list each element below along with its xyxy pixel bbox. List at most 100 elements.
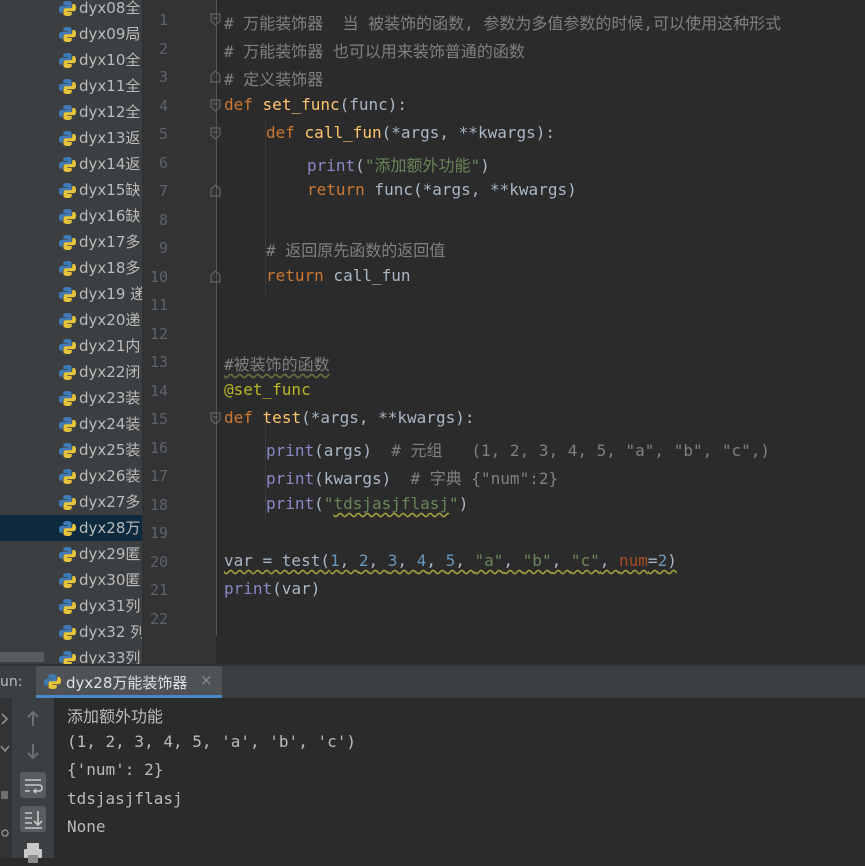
code-line-3[interactable]: # 定义装饰器 [224, 66, 323, 90]
code-text: ( [355, 156, 365, 175]
tree-item-label: dyx14返 [79, 155, 141, 173]
fold-marker-icon[interactable] [210, 13, 221, 26]
code-line-16[interactable]: print(args) # 元组 (1, 2, 3, 4, 5, "a", "b… [266, 437, 770, 461]
tree-item[interactable]: dyx19 递 [0, 281, 142, 307]
function-name: test [262, 408, 302, 427]
tree-item[interactable]: dyx17多 [0, 229, 142, 255]
python-file-icon [59, 287, 76, 302]
run-console[interactable]: 添加额外功能 (1, 2, 3, 4, 5, 'a', 'b', 'c') {'… [0, 698, 865, 863]
python-file-icon [59, 443, 76, 458]
builtin-print: print [224, 579, 273, 598]
tree-item[interactable]: dyx13返 [0, 125, 142, 151]
code-line-9[interactable]: # 返回原先函数的返回值 [266, 237, 445, 261]
code-text: call_fun [323, 266, 411, 285]
tree-item[interactable]: dyx30匿 [0, 567, 142, 593]
tree-item-label: dyx32 列 [79, 623, 142, 641]
soft-wrap-icon[interactable] [20, 772, 46, 798]
tree-item[interactable]: dyx31列 [0, 593, 142, 619]
fold-marker-icon[interactable] [210, 184, 221, 197]
python-file-icon [59, 573, 76, 588]
tree-item[interactable]: dyx16缺 [0, 203, 142, 229]
arrow-up-icon[interactable] [20, 706, 46, 732]
tree-item-label: dyx25装 [79, 441, 141, 459]
chevron-right-icon[interactable] [0, 712, 10, 726]
keyword: return [307, 180, 365, 199]
python-file-icon [59, 365, 76, 380]
tree-item[interactable]: dyx10全 [0, 47, 142, 73]
tree-item[interactable]: dyx09局 [0, 21, 142, 47]
python-file-icon [59, 625, 76, 640]
tree-item[interactable]: dyx12全 [0, 99, 142, 125]
line-number: 3 [158, 68, 168, 86]
arrow-down-icon[interactable] [20, 738, 46, 764]
tree-item[interactable]: dyx08全 [0, 0, 142, 21]
tree-item-label: dyx21内 [79, 337, 141, 355]
line-number: 17 [149, 467, 168, 485]
python-file-icon [59, 209, 76, 224]
tree-item[interactable]: dyx22闭 [0, 359, 142, 385]
code-line-14[interactable]: @set_func [224, 380, 311, 399]
code-line-15[interactable]: def test(*args, **kwargs): [224, 408, 474, 427]
close-icon[interactable]: × [200, 671, 213, 689]
settings-icon[interactable] [0, 826, 10, 840]
tree-item[interactable]: dyx27多 [0, 489, 142, 515]
code-line-2[interactable]: # 万能装饰器 也可以用来装饰普通的函数 [224, 38, 525, 62]
fold-marker-icon[interactable] [210, 99, 221, 112]
tree-item[interactable]: dyx24装 [0, 411, 142, 437]
run-panel-header: un: dyx28万能装饰器 × [0, 666, 865, 698]
code-text: (*args, **kwargs): [381, 123, 555, 142]
fold-marker-icon[interactable] [210, 127, 221, 140]
chevron-down-icon[interactable] [0, 742, 10, 756]
code-line-1[interactable]: # 万能装饰器 当 被装饰的函数, 参数为多值参数的时候,可以使用这种形式 [224, 10, 781, 34]
code-editor[interactable]: 1 2 3 4 5 6 7 8 9 10 11 12 13 14 15 16 17 18 19 20 21 22 # 万能… [144, 0, 865, 664]
fold-marker-icon[interactable] [210, 70, 221, 83]
fold-marker-icon[interactable] [210, 270, 221, 283]
tree-item[interactable]: dyx23装 [0, 385, 142, 411]
code-line-18[interactable]: print("tdsjasjflasj") [266, 494, 468, 513]
string-literal: "添加额外功能" [364, 156, 481, 175]
tree-item[interactable]: dyx18多 [0, 255, 142, 281]
tree-item-label: dyx26装 [79, 467, 141, 485]
code-line-20[interactable]: var = test(1, 2, 3, 4, 5, "a", "b", "c",… [224, 551, 677, 570]
tree-item[interactable]: dyx11全 [0, 73, 142, 99]
code-line-13[interactable]: #被装饰的函数 [224, 351, 330, 375]
tree-item[interactable]: dyx14返 [0, 151, 142, 177]
fold-marker-icon[interactable] [210, 412, 221, 425]
scroll-to-end-icon[interactable] [20, 806, 46, 832]
tree-item-label: dyx15缺 [79, 181, 141, 199]
tree-item[interactable]: dyx28万 [0, 515, 142, 541]
builtin-print: print [307, 156, 356, 175]
tree-item-label: dyx23装 [79, 389, 141, 407]
tree-horizontal-scrollbar[interactable] [0, 652, 44, 662]
line-number: 8 [158, 210, 168, 229]
tree-item[interactable]: dyx15缺 [0, 177, 142, 203]
number-literal: 2 [358, 551, 369, 570]
tree-item[interactable]: dyx25装 [0, 437, 142, 463]
tree-item[interactable]: dyx29匿 [0, 541, 142, 567]
editor-footer-gutter [144, 636, 216, 664]
code-line-7[interactable]: return func(*args, **kwargs) [307, 180, 577, 199]
tree-item[interactable]: dyx20递 [0, 307, 142, 333]
code-text: ) [667, 551, 677, 570]
tree-item[interactable]: dyx32 列 [0, 619, 142, 645]
python-file-icon [59, 313, 76, 328]
keyword: return [266, 266, 324, 285]
code-line-21[interactable]: print(var) [224, 579, 320, 598]
tree-item[interactable]: dyx21内 [0, 333, 142, 359]
run-tab[interactable]: dyx28万能装饰器 × [36, 666, 222, 698]
code-line-4[interactable]: def set_func(func): [224, 95, 407, 114]
string-literal: "b" [522, 551, 552, 570]
string-quote: " [449, 494, 459, 513]
code-text: (*args, **kwargs): [301, 408, 475, 427]
code-line-17[interactable]: print(kwargs) # 字典 {"num":2} [266, 465, 558, 489]
stop-icon[interactable] [0, 788, 10, 802]
tree-item[interactable]: dyx26装 [0, 463, 142, 489]
code-line-10[interactable]: return call_fun [266, 266, 411, 285]
tree-item-label: dyx33列 [79, 649, 141, 664]
code-line-5[interactable]: def call_fun(*args, **kwargs): [266, 123, 555, 142]
print-icon[interactable] [20, 840, 46, 866]
code-line-6[interactable]: print("添加额外功能") [307, 152, 490, 176]
line-number: 18 [149, 495, 168, 514]
tree-item-label: dyx10全 [79, 51, 141, 69]
line-number: 15 [149, 410, 168, 428]
